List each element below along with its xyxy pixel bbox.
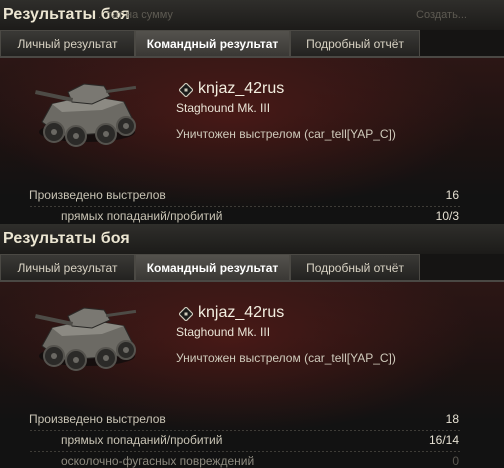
tab-team-result[interactable]: Командный результат: [135, 254, 290, 280]
stat-value-hits: 10/3: [435, 209, 459, 223]
stat-label-he-damage: осколочно-фугасных повреждений: [61, 454, 255, 468]
tab-detailed-report[interactable]: Подробный отчёт: [290, 30, 420, 56]
background-ghost-text: Создать...: [416, 9, 467, 21]
player-name[interactable]: knjaz_42rus: [198, 304, 284, 322]
battle-results-window-1: Результаты боя ...тат на сумму Создать..…: [0, 0, 504, 224]
tab-team-result[interactable]: Командный результат: [135, 30, 290, 56]
stat-label-shots: Произведено выстрелов: [29, 412, 166, 426]
player-name[interactable]: knjaz_42rus: [198, 80, 284, 98]
window-titlebar: Результаты боя ...тат на сумму Создать..…: [0, 0, 504, 30]
tab-detailed-report[interactable]: Подробный отчёт: [290, 254, 420, 280]
battle-results-window-2: Результаты боя Личный результат Командны…: [0, 224, 504, 468]
tab-bar: Личный результат Командный результат Под…: [0, 254, 504, 280]
armored-car-image: [34, 83, 137, 147]
stat-label-shots: Произведено выстрелов: [29, 188, 166, 202]
vehicle-name: Staghound Mk. III: [176, 325, 271, 339]
kill-status: Уничтожен выстрелом (car_tell[YAP_C]): [176, 127, 396, 141]
player-detail-pane: knjaz_42rus Staghound Mk. III Уничтожен …: [0, 56, 504, 224]
tab-personal-result[interactable]: Личный результат: [0, 254, 135, 280]
row-divider: [30, 206, 460, 207]
stat-value-he-damage: 0: [452, 454, 459, 468]
row-divider: [30, 430, 460, 431]
stat-value-shots: 18: [445, 412, 459, 426]
armored-car-image: [34, 307, 137, 371]
window-title: Результаты боя: [3, 230, 130, 247]
background-ghost-text: ...тат на сумму: [98, 9, 173, 21]
stat-label-hits: прямых попаданий/пробитий: [61, 433, 223, 447]
tab-bar: Личный результат Командный результат Под…: [0, 30, 504, 56]
stat-value-shots: 16: [445, 188, 459, 202]
stat-value-hits: 16/14: [428, 433, 459, 447]
player-detail-pane: knjaz_42rus Staghound Mk. III Уничтожен …: [0, 280, 504, 468]
tab-personal-result[interactable]: Личный результат: [0, 30, 135, 56]
clan-emblem-icon: [179, 83, 193, 97]
vehicle-name: Staghound Mk. III: [176, 101, 271, 115]
kill-status: Уничтожен выстрелом (car_tell[YAP_C]): [176, 351, 396, 365]
clan-emblem-icon: [179, 307, 193, 321]
stat-label-hits: прямых попаданий/пробитий: [61, 209, 223, 223]
window-titlebar: Результаты боя: [0, 224, 504, 254]
row-divider: [30, 451, 460, 452]
